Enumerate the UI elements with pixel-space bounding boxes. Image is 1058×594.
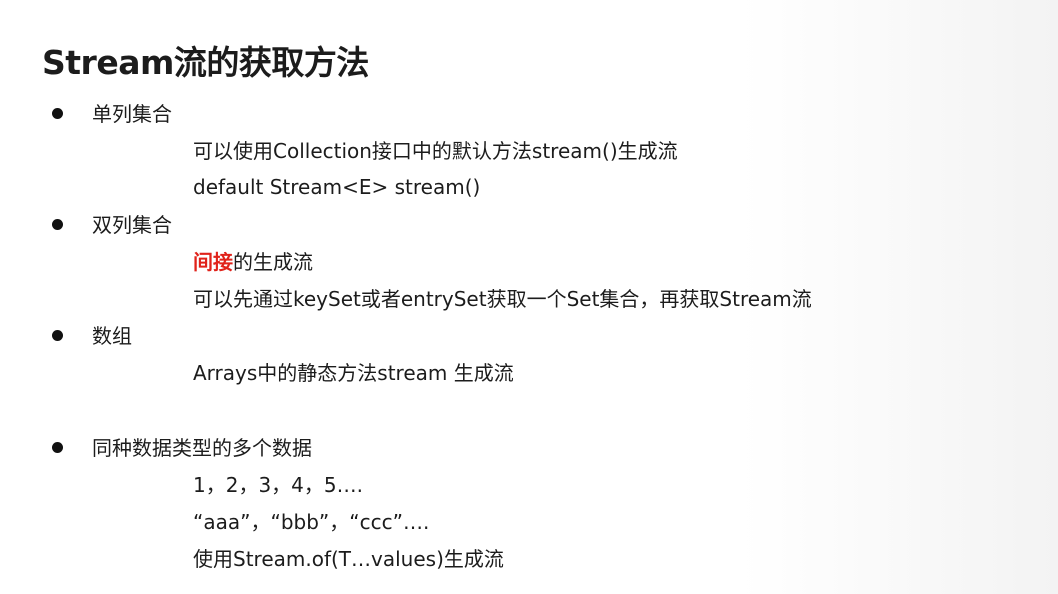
bullet-dot-icon xyxy=(52,442,63,453)
highlight-text: 间接 xyxy=(193,250,233,274)
sub-line: 可以先通过keySet或者entrySet获取一个Set集合，再获取Stream… xyxy=(193,287,812,311)
bullet-item-double-collection: 双列集合 xyxy=(52,213,172,237)
bullet-dot-icon xyxy=(52,219,63,230)
bullet-dot-icon xyxy=(52,108,63,119)
sub-line: Arrays中的静态方法stream 生成流 xyxy=(193,361,514,385)
bullet-heading: 数组 xyxy=(92,324,132,348)
slide-title: Stream流的获取方法 xyxy=(42,43,369,82)
sub-line-rest: 的生成流 xyxy=(233,250,313,274)
sub-line: “aaa”，“bbb”，“ccc”…. xyxy=(193,510,430,534)
sub-line-indirect: 间接的生成流 xyxy=(193,250,313,274)
bullet-heading: 单列集合 xyxy=(92,102,172,126)
bullet-item-array: 数组 xyxy=(52,324,132,348)
sub-line: 1，2，3，4，5…. xyxy=(193,473,363,497)
bullet-item-same-type-data: 同种数据类型的多个数据 xyxy=(52,436,312,460)
slide: Stream流的获取方法 单列集合 可以使用Collection接口中的默认方法… xyxy=(0,0,1058,594)
bullet-item-single-collection: 单列集合 xyxy=(52,102,172,126)
bullet-dot-icon xyxy=(52,330,63,341)
sub-line: default Stream<E> stream() xyxy=(193,175,481,199)
sub-line: 使用Stream.of(T…values)生成流 xyxy=(193,547,504,571)
bullet-heading: 同种数据类型的多个数据 xyxy=(92,436,312,460)
sub-line: 可以使用Collection接口中的默认方法stream()生成流 xyxy=(193,139,678,163)
bullet-heading: 双列集合 xyxy=(92,213,172,237)
